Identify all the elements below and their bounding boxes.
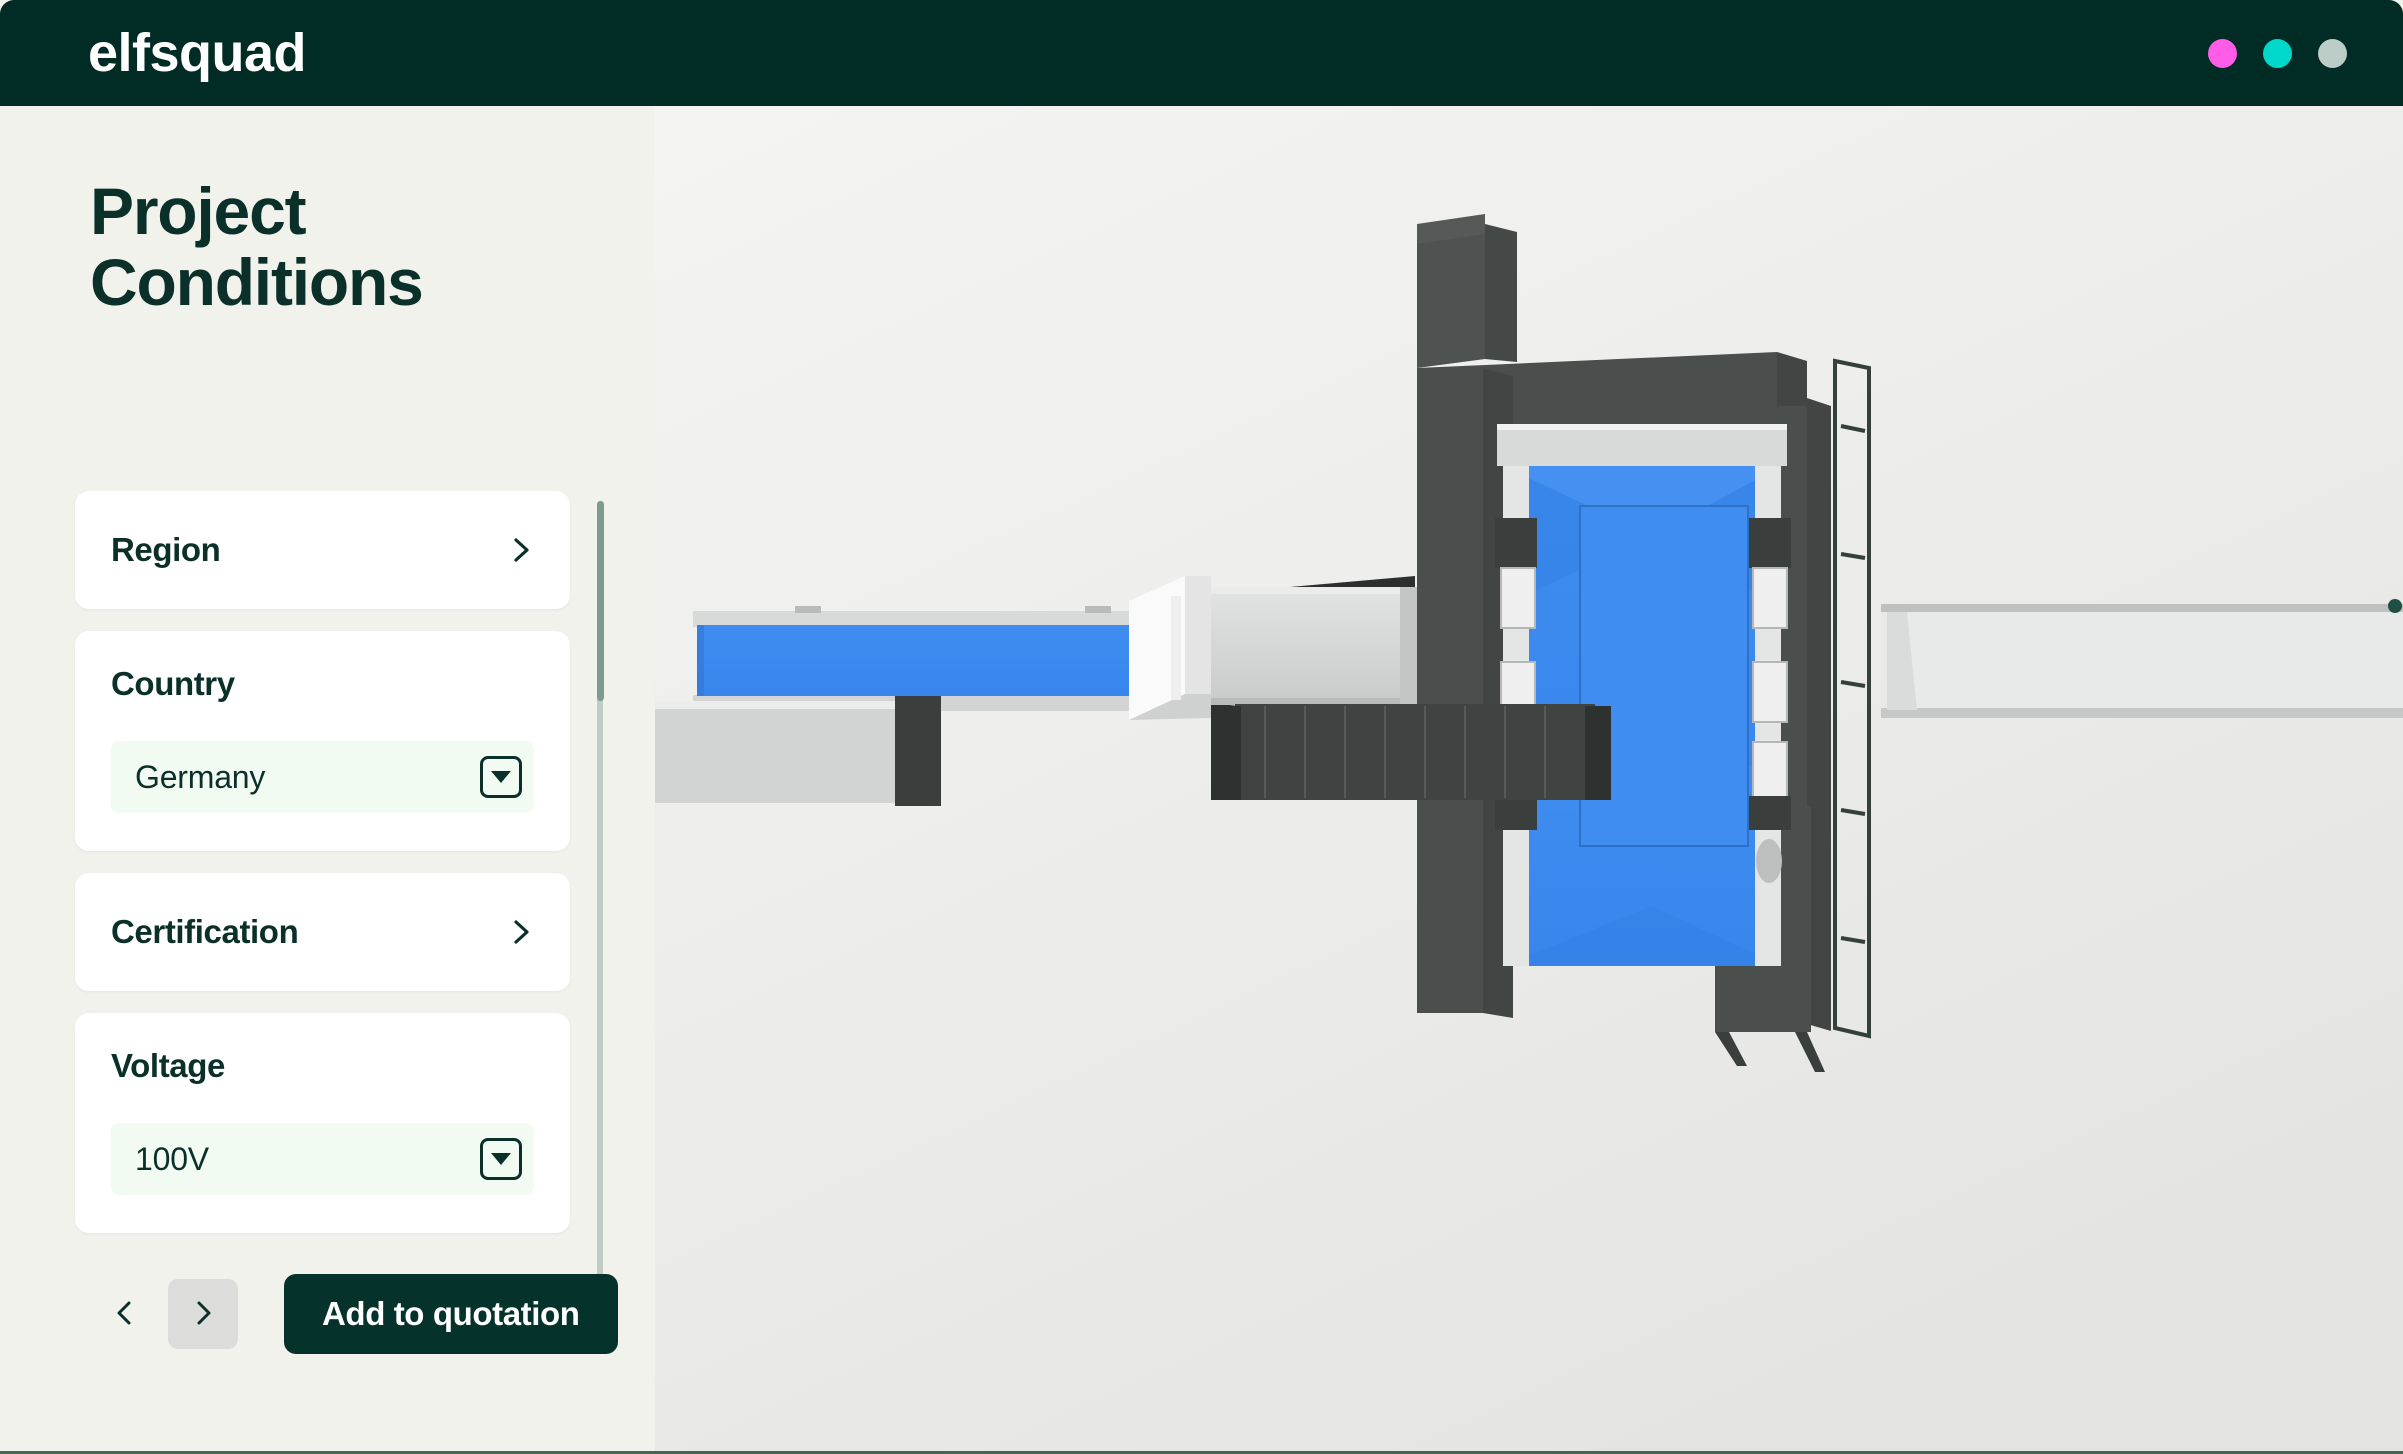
chevron-left-icon <box>111 1299 139 1330</box>
title-bar: elfsquad <box>0 0 2403 106</box>
option-label-country: Country <box>111 665 235 702</box>
chevron-down-icon[interactable] <box>480 756 522 798</box>
window-maximize-dot[interactable] <box>2318 38 2347 68</box>
option-card-certification[interactable]: Certification <box>75 873 570 991</box>
option-card-voltage: Voltage 100V <box>75 1013 570 1233</box>
left-conveyor <box>693 606 1173 711</box>
options-scroll-region[interactable]: Region Country Germany Certification Vol… <box>0 491 655 1329</box>
page-title-line-2: Conditions <box>90 245 424 320</box>
configurator-sidebar: Project Conditions Region Country German… <box>0 106 655 1454</box>
right-conveyor <box>1881 599 2403 718</box>
center-transfer-track <box>1211 704 1611 800</box>
option-label-certification: Certification <box>111 913 299 950</box>
option-card-country: Country Germany <box>75 631 570 851</box>
caret-glyph <box>491 1153 511 1165</box>
country-select[interactable]: Germany <box>111 741 534 813</box>
middle-housing <box>1211 587 1429 705</box>
left-stub <box>655 696 941 806</box>
inner-chamber <box>1497 424 1787 966</box>
next-step-button[interactable] <box>168 1279 238 1349</box>
voltage-select-value: 100V <box>135 1140 209 1177</box>
chevron-right-icon <box>508 919 534 945</box>
chevron-down-icon[interactable] <box>480 1138 522 1180</box>
sidebar-footer-nav: Add to quotation <box>90 1274 618 1354</box>
application-window: elfsquad Project Conditions Region Count… <box>0 0 2403 1454</box>
voltage-select[interactable]: 100V <box>111 1123 534 1195</box>
brand-logo: elfsquad <box>88 23 307 83</box>
option-label-voltage: Voltage <box>111 1047 225 1084</box>
page-title: Project Conditions <box>90 174 570 320</box>
chevron-right-icon <box>508 537 534 563</box>
model-viewer-canvas[interactable] <box>655 106 2403 1454</box>
transfer-head <box>1129 576 1211 720</box>
add-to-quotation-button[interactable]: Add to quotation <box>284 1274 618 1354</box>
caret-glyph <box>491 771 511 783</box>
option-card-region[interactable]: Region <box>75 491 570 609</box>
previous-step-button[interactable] <box>90 1279 160 1349</box>
main-content: Project Conditions Region Country German… <box>0 106 2403 1454</box>
window-minimize-dot[interactable] <box>2263 38 2292 68</box>
option-label-region: Region <box>111 531 221 568</box>
sidebar-scrollbar-thumb[interactable] <box>597 501 604 701</box>
industrial-machine-3d-model <box>655 106 2403 1454</box>
page-title-line-1: Project <box>90 174 307 248</box>
country-select-value: Germany <box>135 758 266 795</box>
window-controls <box>2208 38 2347 68</box>
options-list: Region Country Germany Certification Vol… <box>75 491 570 1255</box>
window-close-dot[interactable] <box>2208 38 2237 68</box>
chevron-right-icon <box>189 1299 217 1330</box>
